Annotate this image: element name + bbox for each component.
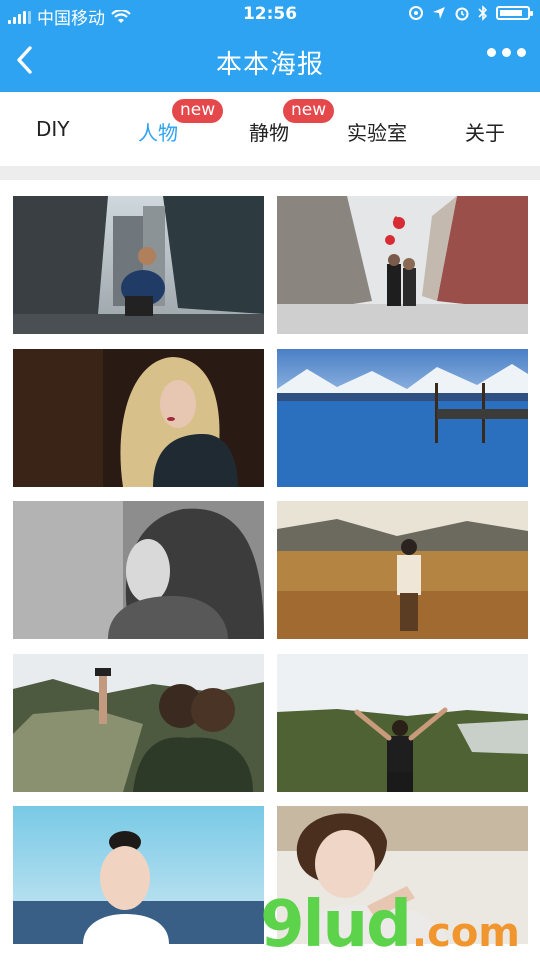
- new-badge: new: [283, 99, 335, 123]
- poster-tile-bw-woman[interactable]: [13, 501, 264, 639]
- tab-still-life[interactable]: 静物 new: [249, 99, 335, 146]
- category-tabs: DIY 人物 new 静物 new 实验室 关于: [0, 92, 540, 166]
- tab-label: 人物: [138, 121, 178, 145]
- poster-tile-couple-street[interactable]: [277, 196, 528, 334]
- alarm-icon: [455, 7, 469, 21]
- nav-bar: 本本海报: [0, 30, 540, 92]
- more-dots-icon: [487, 48, 496, 57]
- poster-tile-blonde-woman[interactable]: [13, 349, 264, 487]
- battery-icon: [496, 6, 533, 20]
- top-bar: 中国移动 12:56 本本海报: [0, 0, 540, 92]
- poster-tile-city-skater[interactable]: [13, 196, 264, 334]
- tab-label: 关于: [465, 121, 505, 145]
- poster-tile-friends-selfie[interactable]: [13, 654, 264, 792]
- location-arrow-icon: [433, 7, 445, 19]
- poster-tile-woman-field[interactable]: [277, 501, 528, 639]
- tab-label: 静物: [249, 121, 289, 145]
- new-badge: new: [172, 99, 224, 123]
- tab-label: DIY: [36, 117, 70, 141]
- poster-tile-arms-raised[interactable]: [277, 654, 528, 792]
- section-divider: [0, 166, 540, 180]
- tab-people[interactable]: 人物 new: [138, 99, 224, 146]
- poster-grid: [0, 180, 540, 960]
- tab-diy[interactable]: DIY: [36, 117, 70, 141]
- watermark-suffix: .com: [411, 910, 520, 956]
- watermark-logo: 9lud .com: [260, 888, 520, 962]
- watermark-number: 9lud: [260, 888, 412, 962]
- poster-tile-lake-mountains[interactable]: [277, 349, 528, 487]
- tab-about[interactable]: 关于: [465, 117, 505, 146]
- tab-lab[interactable]: 实验室: [347, 117, 407, 146]
- page-title: 本本海报: [215, 50, 324, 80]
- lock-rotation-icon: [409, 6, 423, 20]
- poster-tile-girl-sky[interactable]: [13, 806, 264, 944]
- bluetooth-icon: [478, 5, 488, 21]
- status-bar: 中国移动 12:56: [0, 0, 540, 30]
- more-button[interactable]: [487, 48, 526, 57]
- tab-label: 实验室: [347, 121, 407, 145]
